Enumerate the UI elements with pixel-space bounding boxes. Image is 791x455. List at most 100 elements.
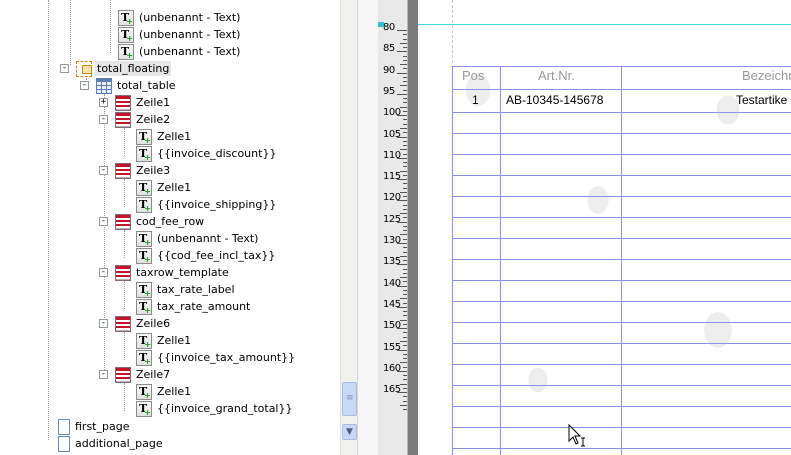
ruler-number: 150 [383, 320, 401, 332]
tree-item-row[interactable]: taxrow_template [115, 264, 231, 281]
ruler-tick [400, 340, 407, 342]
ruler-tick [403, 47, 407, 49]
collapse-toggle-zeile3[interactable]: - [99, 166, 108, 175]
tree-item-label: Zeile7 [136, 368, 171, 381]
row-icon [115, 94, 131, 111]
tree-connector [124, 179, 125, 207]
ruler-tick [400, 255, 407, 257]
tree-item-text[interactable]: T + Zelle1 [136, 128, 193, 145]
tree-item-text[interactable]: T + Zelle1 [136, 332, 193, 349]
tree-item-text[interactable]: T + tax_rate_amount [136, 298, 252, 315]
row-icon [115, 366, 131, 383]
ruler-tick [403, 119, 407, 121]
tree-item-first-page[interactable]: first_page [58, 418, 131, 435]
tree-item-text[interactable]: T + (unbenannt - Text) [118, 9, 242, 26]
ruler-tick [397, 349, 407, 351]
cell-pos: 1 [472, 93, 479, 107]
ruler-number: 100 [383, 107, 401, 119]
ruler-tick [403, 132, 407, 134]
tree-item-row[interactable]: Zeile7 [115, 366, 172, 383]
ruler-tick [403, 247, 407, 249]
collapse-toggle-cod-fee-row[interactable]: - [99, 217, 108, 226]
ruler-tick [403, 38, 407, 40]
tree-item-row[interactable]: Zeile2 [115, 111, 172, 128]
floating-frame-icon [76, 60, 92, 77]
text-icon: T + [118, 26, 134, 43]
scroll-down-arrow-icon[interactable]: ▼ [342, 424, 357, 440]
tree-item-label: total_floating [95, 61, 172, 76]
tree-item-text[interactable]: T + Zelle1 [136, 383, 193, 400]
ruler-tick [403, 123, 407, 125]
ruler-tick [397, 179, 407, 181]
ruler-tick [403, 183, 407, 185]
ruler-tick [400, 319, 407, 321]
text-icon: T + [136, 298, 152, 315]
tree-item-text[interactable]: T + Zelle1 [136, 179, 193, 196]
ruler-tick [403, 59, 407, 61]
tree-item-label: Zelle1 [157, 130, 192, 143]
panel-splitter[interactable] [357, 0, 378, 455]
tree-item-text[interactable]: T + {{invoice_grand_total}} [136, 400, 295, 417]
ruler-tick [403, 396, 407, 398]
expand-toggle-zeile1[interactable]: + [99, 98, 108, 107]
tree-item-label: tax_rate_label [157, 283, 235, 296]
ruler-tick [403, 409, 407, 411]
tree-item-text[interactable]: T + {{cod_fee_incl_tax}} [136, 247, 277, 264]
ruler-tick [403, 323, 407, 325]
ruler-tick [403, 294, 407, 296]
collapse-toggle-zeile2[interactable]: - [99, 115, 108, 124]
tree-item-additional-page[interactable]: additional_page [58, 435, 165, 452]
tree-item-label: (unbenannt - Text) [157, 232, 259, 245]
tree-item-label: (unbenannt - Text) [139, 45, 241, 58]
tree-item-text[interactable]: T + {{invoice_discount}} [136, 145, 278, 162]
mouse-cursor-icon [568, 424, 585, 447]
tree-item-row[interactable]: cod_fee_row [115, 213, 206, 230]
text-icon: T + [118, 43, 134, 60]
ruler-tick [403, 162, 407, 164]
tree-vertical-scrollbar[interactable]: ▼ [340, 0, 357, 455]
tree-item-text[interactable]: T + {{invoice_shipping}} [136, 196, 278, 213]
ruler-tick [400, 191, 407, 193]
tree-item-label: {{invoice_tax_amount}} [157, 351, 296, 364]
tree-item-text[interactable]: T + tax_rate_label [136, 281, 237, 298]
design-canvas[interactable]: Pos Art.Nr. Bezeichnu 1 AB-10345-145678 … [418, 0, 791, 455]
collapse-toggle-total-table[interactable]: - [80, 81, 89, 90]
ruler-tick [403, 375, 407, 377]
text-icon: T + [136, 145, 152, 162]
tree-item-label: {{invoice_discount}} [157, 147, 277, 160]
collapse-toggle-total-floating[interactable]: - [60, 64, 69, 73]
text-icon: T + [136, 247, 152, 264]
tree-item-text[interactable]: T + {{invoice_tax_amount}} [136, 349, 297, 366]
tree-item-row[interactable]: Zeile6 [115, 315, 172, 332]
ruler-number: 165 [383, 384, 401, 396]
ruler-tick [403, 89, 407, 91]
tree-connector [124, 383, 125, 411]
tree-item-label: cod_fee_row [136, 215, 205, 228]
text-icon: T + [136, 332, 152, 349]
collapse-toggle-zeile6[interactable]: - [99, 319, 108, 328]
tree-item-label: (unbenannt - Text) [139, 11, 241, 24]
collapse-toggle-taxrow-template[interactable]: - [99, 268, 108, 277]
tree-item-text[interactable]: T + (unbenannt - Text) [136, 230, 260, 247]
ruler-tick [403, 225, 407, 227]
tree-item-total-floating[interactable]: total_floating [76, 60, 172, 77]
ruler-tick [397, 93, 407, 95]
tree-connector [124, 332, 125, 360]
text-icon: T + [118, 9, 134, 26]
ruler-tick [403, 153, 407, 155]
ruler-tick [403, 345, 407, 347]
ruler-tick [403, 358, 407, 360]
ruler-tick [403, 98, 407, 100]
ruler-tick [400, 170, 407, 172]
tree-item-row[interactable]: Zeile1 [115, 94, 172, 111]
horizontal-guide-line[interactable] [418, 24, 791, 25]
ruler-tick [397, 370, 407, 372]
tree-item-row[interactable]: Zeile3 [115, 162, 172, 179]
tree-connector [124, 281, 125, 309]
tree-item-text[interactable]: T + (unbenannt - Text) [118, 26, 242, 43]
ruler-tick [403, 272, 407, 274]
collapse-toggle-zeile7[interactable]: - [99, 370, 108, 379]
tree-item-text[interactable]: T + (unbenannt - Text) [118, 43, 242, 60]
tree-item-total-table[interactable]: total_table [96, 77, 178, 94]
scrollbar-thumb[interactable] [342, 382, 357, 416]
